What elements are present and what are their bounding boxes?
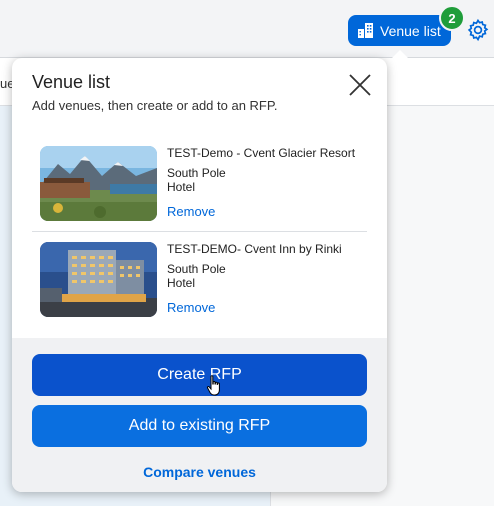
venue-name[interactable]: TEST-Demo - Cvent Glacier Resort bbox=[167, 146, 355, 160]
venue-type: Hotel bbox=[167, 180, 196, 194]
venue-location: South Pole bbox=[167, 166, 226, 180]
compare-venues-link[interactable]: Compare venues bbox=[12, 464, 387, 480]
venue-card: TEST-Demo - Cvent Glacier Resort South P… bbox=[32, 146, 367, 236]
add-to-existing-rfp-button[interactable]: Add to existing RFP bbox=[32, 405, 367, 447]
venue-image-glacier-resort bbox=[40, 146, 157, 221]
popover-subtitle: Add venues, then create or add to an RFP… bbox=[32, 98, 278, 113]
venue-name[interactable]: TEST-DEMO- Cvent Inn by Rinki bbox=[167, 242, 342, 256]
remove-venue-link[interactable]: Remove bbox=[167, 204, 215, 219]
remove-venue-link[interactable]: Remove bbox=[167, 300, 215, 315]
create-rfp-button[interactable]: Create RFP bbox=[32, 354, 367, 396]
venue-list-button-label: Venue list bbox=[380, 22, 441, 39]
popover-title: Venue list bbox=[32, 72, 111, 92]
venue-count-badge: 2 bbox=[439, 5, 465, 31]
popover-actions: Create RFP Add to existing RFP Compare v… bbox=[12, 338, 387, 492]
venue-list-button[interactable]: Venue list bbox=[348, 15, 451, 46]
venue-card: TEST-DEMO- Cvent Inn by Rinki South Pole… bbox=[32, 242, 367, 332]
popover-caret bbox=[391, 50, 409, 59]
venue-location: South Pole bbox=[167, 262, 226, 276]
close-icon[interactable] bbox=[347, 72, 373, 98]
venue-divider bbox=[32, 231, 367, 232]
hand-cursor-icon bbox=[206, 375, 220, 396]
venue-image-inn-by-rinki bbox=[40, 242, 157, 317]
venue-list-popover: Venue list Add venues, then create or ad… bbox=[12, 58, 387, 492]
building-icon bbox=[358, 23, 373, 38]
venue-type: Hotel bbox=[167, 276, 196, 290]
gear-icon[interactable] bbox=[466, 18, 490, 42]
